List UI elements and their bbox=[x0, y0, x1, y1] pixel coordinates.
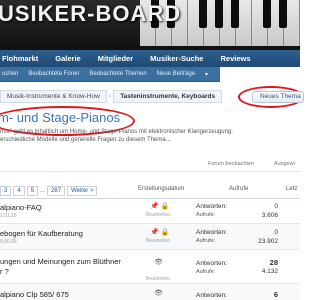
main-nav: Flohmarkt Galerie Mitglieder Musiker-Suc… bbox=[0, 50, 300, 67]
eye-icon: 👁 bbox=[154, 259, 163, 266]
page-link[interactable]: 4 bbox=[13, 186, 25, 196]
edit-link[interactable]: Bearbeiten bbox=[146, 238, 170, 244]
views-label: Aufrufe: bbox=[196, 238, 216, 244]
forum-description-line: nos" geht es inhaltlich um Home- und Sta… bbox=[0, 129, 233, 135]
sub-nav: uchen Beobachtete Foren Beobachtete Them… bbox=[0, 67, 220, 82]
page-link-last[interactable]: 287 bbox=[47, 186, 66, 196]
nav-item-mitglieder[interactable]: Mitglieder bbox=[98, 54, 133, 63]
page-link[interactable]: 3 bbox=[0, 186, 12, 196]
thread-title[interactable]: alpiano Clp 585/ 675 bbox=[0, 290, 69, 299]
replies-count: 28 bbox=[269, 258, 278, 267]
site-logo[interactable]: USIKER-BOARD bbox=[0, 1, 181, 27]
replies-count: 0 bbox=[274, 203, 278, 210]
views-label: Aufrufe: bbox=[196, 212, 216, 218]
subnav-more-icon[interactable]: ▾ bbox=[200, 71, 213, 78]
views-label: Aufrufe: bbox=[196, 269, 216, 275]
views-count: 3.606 bbox=[261, 212, 278, 219]
thread-row[interactable]: ungen und Meinungen zum Blüthner r ? 👁 B… bbox=[0, 251, 300, 284]
new-topic-button[interactable]: Neues Thema bbox=[252, 91, 304, 103]
forum-tools: Forum beobachten Ausgewi bbox=[0, 161, 300, 171]
edit-link[interactable]: Bearbeiten bbox=[146, 276, 170, 282]
replies-label: Antworten: bbox=[196, 260, 228, 267]
edit-link[interactable]: Bearbeiten bbox=[146, 212, 170, 218]
eye-icon: 👁 bbox=[154, 290, 163, 297]
column-header-views[interactable]: Aufrufe bbox=[229, 186, 248, 192]
site-banner: USIKER-BOARD bbox=[0, 0, 300, 50]
thread-date: 2.01.15 bbox=[0, 213, 17, 219]
pin-icon: 📌 bbox=[150, 229, 159, 236]
replies-label: Antworten: bbox=[196, 203, 228, 210]
thread-title[interactable]: ebogen für Kaufberatung bbox=[0, 229, 83, 238]
nav-item-galerie[interactable]: Galerie bbox=[55, 54, 80, 63]
column-header-last[interactable]: Letz bbox=[286, 186, 297, 192]
pin-icon: 📌 bbox=[150, 203, 159, 210]
page-link[interactable]: 5 bbox=[26, 186, 39, 196]
subnav-watched-threads[interactable]: Beobachtete Themen bbox=[84, 71, 151, 77]
lock-icon: 🔒 bbox=[160, 203, 170, 210]
views-count: 23.902 bbox=[258, 238, 278, 245]
divider bbox=[0, 171, 300, 172]
thread-row[interactable]: ebogen für Kaufberatung 9.06.06 📌 🔒 Bearb… bbox=[0, 225, 300, 250]
lock-icon: 🔒 bbox=[160, 229, 170, 236]
replies-label: Antworten: bbox=[196, 229, 228, 236]
thread-title-continued[interactable]: r ? bbox=[0, 267, 9, 276]
breadcrumb-separator: › bbox=[108, 92, 112, 100]
nav-item-musiker-suche[interactable]: Musiker-Suche bbox=[150, 54, 203, 63]
subnav-new-posts[interactable]: Neue Beiträge bbox=[152, 71, 200, 77]
breadcrumb-item-keyboards[interactable]: Tasteninstrumente, Keyboards bbox=[113, 89, 223, 103]
subnav-search[interactable]: uchen bbox=[0, 71, 23, 77]
next-page-button[interactable]: Weiter > bbox=[67, 186, 98, 196]
nav-item-reviews[interactable]: Reviews bbox=[220, 54, 250, 63]
nav-item-flohmarkt[interactable]: Flohmarkt bbox=[2, 54, 38, 63]
forum-description: nos" geht es inhaltlich um Home- und Sta… bbox=[0, 128, 300, 144]
replies-count: 0 bbox=[274, 229, 278, 236]
subnav-watched-forums[interactable]: Beobachtete Foren bbox=[23, 71, 84, 77]
breadcrumb-item-instruments[interactable]: Musik-Instrumente & Know-How bbox=[0, 89, 107, 103]
forum-description-line: erschiedliche Modelle und generelle Frag… bbox=[0, 137, 171, 143]
thread-date: 9.06.06 bbox=[0, 239, 17, 245]
thread-row[interactable]: alpiano-FAQ 2.01.15 📌 🔒 Bearbeiten Antwor… bbox=[0, 199, 300, 224]
thread-row[interactable]: alpiano Clp 585/ 675 👁 Antworten: 6 bbox=[0, 285, 300, 300]
pagination: 3 4 5 ... 287 Weiter > bbox=[0, 186, 99, 196]
column-header-date[interactable]: Erstellungsdatum bbox=[138, 186, 184, 192]
watch-forum-link[interactable]: Forum beobachten bbox=[208, 161, 254, 167]
replies-label: Antworten: bbox=[196, 292, 228, 299]
page-title: m- und Stage-Pianos bbox=[0, 110, 121, 125]
views-count: 4.132 bbox=[261, 268, 278, 275]
page-ellipsis: ... bbox=[40, 188, 46, 194]
replies-count: 6 bbox=[273, 290, 278, 299]
thread-title[interactable]: ungen und Meinungen zum Blüthner bbox=[0, 257, 121, 266]
filter-link[interactable]: Ausgewi bbox=[274, 161, 295, 167]
thread-title[interactable]: alpiano-FAQ bbox=[0, 203, 42, 212]
